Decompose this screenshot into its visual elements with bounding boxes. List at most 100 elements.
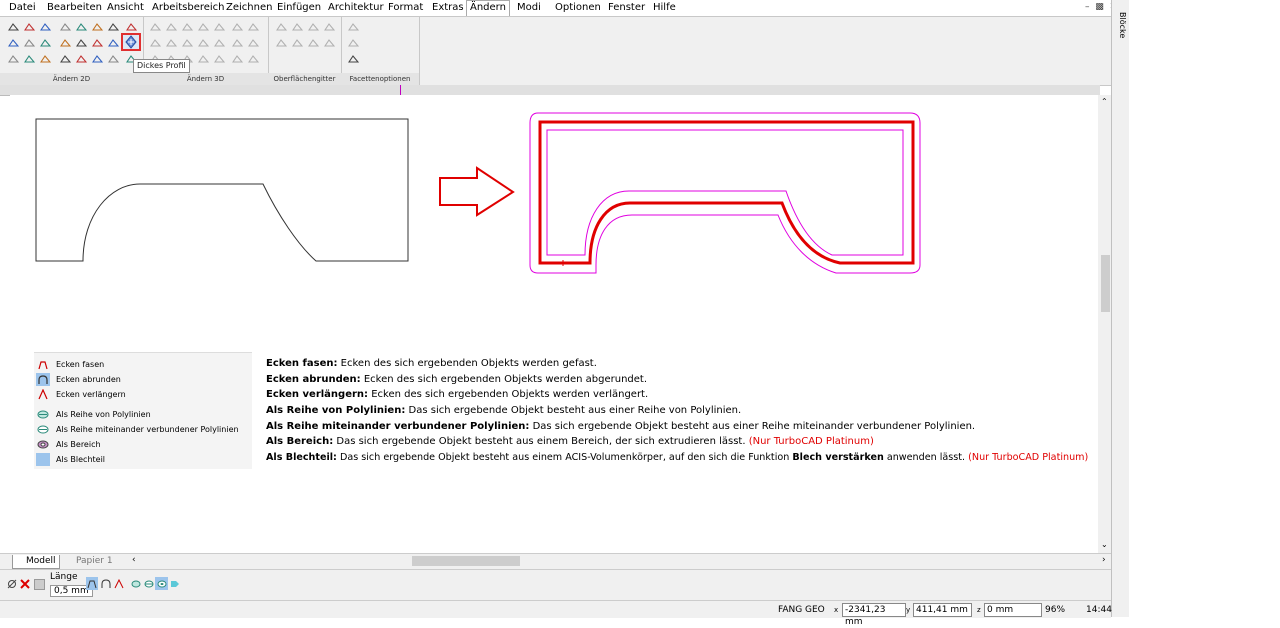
ribbon-tool-icon[interactable]	[276, 38, 287, 48]
ribbon-tool-icon[interactable]	[292, 38, 303, 48]
menu-extras[interactable]: Extras	[429, 1, 467, 15]
ribbon-tool-icon[interactable]	[232, 22, 243, 32]
ribbon-tool-icon[interactable]	[348, 22, 359, 32]
menu-optionen[interactable]: Optionen	[552, 1, 604, 15]
ribbon-tool-icon[interactable]	[198, 22, 209, 32]
ribbon-tool-icon[interactable]	[166, 38, 177, 48]
menu-modi[interactable]: Modi	[514, 1, 544, 15]
thick-profile-icon	[125, 35, 137, 49]
description-line: Als Reihe von Polylinien: Das sich ergeb…	[266, 405, 742, 416]
ribbon-tool-icon[interactable]	[308, 38, 319, 48]
ribbon-tool-icon[interactable]	[276, 22, 287, 32]
ribbon-tool-icon[interactable]	[348, 38, 359, 48]
x-coordinate-field[interactable]: -2341,23 mm	[842, 603, 906, 627]
menu-aendern[interactable]: Ändern	[466, 0, 510, 17]
properties-icon[interactable]	[34, 579, 45, 590]
ribbon-tool-icon[interactable]	[126, 22, 137, 32]
ribbon-tool-icon[interactable]	[248, 54, 259, 64]
ribbon-tool-icon[interactable]	[108, 54, 119, 64]
ribbon-tool-icon[interactable]	[92, 22, 103, 32]
ribbon-tool-icon[interactable]	[24, 38, 35, 48]
ribbon-tool-icon[interactable]	[166, 22, 177, 32]
tab-papier-1[interactable]: Papier 1	[63, 555, 116, 568]
minimize-icon[interactable]: –	[1085, 2, 1090, 12]
menu-zeichnen[interactable]: Zeichnen	[223, 1, 275, 15]
ribbon-tool-icon[interactable]	[8, 38, 19, 48]
ribbon-tool-icon[interactable]	[92, 38, 103, 48]
ribbon-tool-icon[interactable]	[76, 22, 87, 32]
description-line: Ecken abrunden: Ecken des sich ergebende…	[266, 374, 647, 385]
round-corners-icon[interactable]	[101, 579, 111, 589]
ribbon-tool-icon[interactable]	[292, 22, 303, 32]
drawing-canvas[interactable]	[10, 95, 1098, 553]
ribbon-tool-icon[interactable]	[60, 22, 71, 32]
ribbon-tool-icon[interactable]	[214, 38, 225, 48]
menu-architektur[interactable]: Architektur	[325, 1, 387, 15]
ribbon-tool-icon[interactable]	[108, 38, 119, 48]
snap-fang[interactable]: FANG	[778, 604, 802, 616]
menu-fenster[interactable]: Fenster	[605, 1, 648, 15]
ribbon-tool-icon[interactable]	[214, 22, 225, 32]
ribbon-tool-icon[interactable]	[108, 22, 119, 32]
y-coordinate-field[interactable]: 411,41 mm	[913, 603, 972, 617]
ribbon-tool-icon[interactable]	[248, 22, 259, 32]
ribbon-tool-icon[interactable]	[8, 22, 19, 32]
menu-hilfe[interactable]: Hilfe	[650, 1, 679, 15]
scroll-left-icon[interactable]: ‹	[132, 555, 136, 565]
thick-profile-button[interactable]	[121, 33, 141, 51]
scroll-down-icon[interactable]: ⌄	[1101, 540, 1108, 549]
ribbon-tool-icon[interactable]	[150, 22, 161, 32]
group-label: Oberflächengitter	[268, 73, 341, 85]
ribbon-tool-icon[interactable]	[198, 54, 209, 64]
ribbon-tool-icon[interactable]	[92, 54, 103, 64]
sheet-metal-icon[interactable]	[170, 579, 180, 589]
ribbon-tool-icon[interactable]	[232, 54, 243, 64]
ribbon-tool-icon[interactable]	[348, 54, 359, 64]
connected-polylines-icon[interactable]	[144, 579, 154, 589]
ribbon-tool-icon[interactable]	[198, 38, 209, 48]
vertical-scrollbar[interactable]: ⌃ ⌄	[1098, 95, 1111, 553]
ribbon-tool-icon[interactable]	[60, 54, 71, 64]
ribbon-tool-icon[interactable]	[324, 22, 335, 32]
menu-bearbeiten[interactable]: Bearbeiten	[44, 1, 105, 15]
ribbon-tool-icon[interactable]	[214, 54, 225, 64]
tab-bloecke[interactable]: Blöcke	[1113, 12, 1127, 42]
zoom-level: 96%	[1045, 605, 1066, 615]
ribbon-tool-icon[interactable]	[76, 38, 87, 48]
menu-format[interactable]: Format	[385, 1, 426, 15]
ribbon-tool-icon[interactable]	[60, 38, 71, 48]
ribbon-tool-icon[interactable]	[24, 54, 35, 64]
menu-einfuegen[interactable]: Einfügen	[274, 1, 324, 15]
ribbon-tool-icon[interactable]	[182, 22, 193, 32]
ribbon-tool-icon[interactable]	[324, 38, 335, 48]
menu-arbeitsbereich[interactable]: Arbeitsbereich	[149, 1, 228, 15]
snap-geo[interactable]: GEO	[805, 604, 825, 616]
cancel-icon[interactable]	[20, 579, 30, 589]
ribbon-tool-icon[interactable]	[8, 54, 19, 64]
menu-datei[interactable]: Datei	[6, 1, 39, 15]
tab-modell[interactable]: Modell	[12, 555, 60, 569]
z-coordinate-field[interactable]: 0 mm	[984, 603, 1042, 617]
ribbon-tool-icon[interactable]	[248, 38, 259, 48]
ribbon-tool-icon[interactable]	[40, 22, 51, 32]
ribbon-tool-icon[interactable]	[40, 38, 51, 48]
ribbon-tool-icon[interactable]	[40, 54, 51, 64]
ribbon-tool-icon[interactable]	[182, 38, 193, 48]
polyline-series-icon[interactable]	[131, 579, 141, 589]
vertical-scroll-thumb[interactable]	[1101, 255, 1110, 312]
region-icon	[37, 440, 49, 449]
ribbon-tool-icon[interactable]	[76, 54, 87, 64]
group-label: Ändern 2D	[0, 73, 143, 85]
ribbon-tool-icon[interactable]	[232, 38, 243, 48]
ribbon-tool-icon[interactable]	[308, 22, 319, 32]
menu-ansicht[interactable]: Ansicht	[104, 1, 147, 15]
scroll-right-icon[interactable]: ›	[1102, 555, 1106, 565]
ribbon-tool-icon[interactable]	[24, 22, 35, 32]
scroll-up-icon[interactable]: ⌃	[1101, 97, 1108, 106]
horizontal-scroll-thumb[interactable]	[412, 556, 520, 566]
restore-icon[interactable]: ▩	[1095, 2, 1104, 12]
ribbon-tool-icon[interactable]	[150, 38, 161, 48]
extend-corners-icon[interactable]	[114, 579, 124, 589]
pin-icon[interactable]	[7, 579, 17, 589]
side-panel-strip	[1111, 0, 1130, 617]
